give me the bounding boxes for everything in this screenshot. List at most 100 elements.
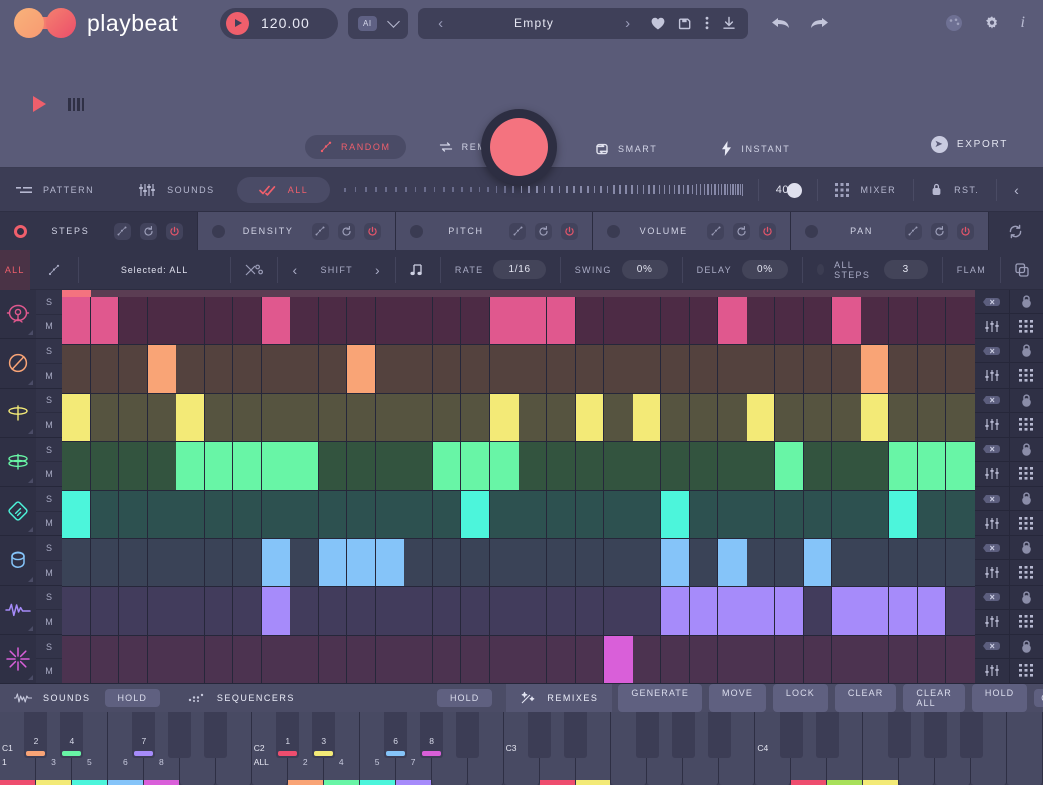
param-tab-indicator[interactable]: [14, 225, 27, 238]
density-slider[interactable]: [330, 168, 758, 211]
step-cell[interactable]: [604, 297, 633, 344]
black-key[interactable]: 4: [60, 712, 83, 758]
control-all-button[interactable]: ALL: [0, 250, 30, 290]
step-cell[interactable]: [690, 539, 719, 586]
param-tab-pan[interactable]: PAN: [791, 212, 989, 250]
all-steps-toggle[interactable]: [817, 264, 824, 275]
step-cell[interactable]: [547, 491, 576, 538]
step-cell[interactable]: [661, 394, 690, 441]
step-cell[interactable]: [205, 442, 234, 489]
bpm-display[interactable]: 120.00: [220, 8, 338, 39]
param-reset-icon[interactable]: [535, 223, 552, 240]
step-cell[interactable]: [775, 297, 804, 344]
export-button[interactable]: ➤ EXPORT: [931, 136, 1008, 153]
solo-button[interactable]: S: [36, 536, 62, 561]
mute-x-icon[interactable]: [975, 339, 1010, 363]
grid-dots-icon[interactable]: [1010, 659, 1043, 683]
step-cell[interactable]: [832, 636, 861, 683]
heart-icon[interactable]: [651, 17, 665, 30]
step-cell[interactable]: [205, 539, 234, 586]
step-cell[interactable]: [490, 394, 519, 441]
step-cell[interactable]: [861, 587, 890, 634]
redo-arrow-icon[interactable]: [808, 15, 830, 31]
step-cell[interactable]: [433, 442, 462, 489]
step-cell[interactable]: [690, 587, 719, 634]
step-cell[interactable]: [262, 539, 291, 586]
step-cell[interactable]: [290, 297, 319, 344]
step-cell[interactable]: [176, 587, 205, 634]
black-key[interactable]: [924, 712, 947, 758]
step-cell[interactable]: [404, 345, 433, 392]
step-cell[interactable]: [861, 491, 890, 538]
step-cell[interactable]: [62, 297, 91, 344]
preset-prev-icon[interactable]: ‹: [430, 15, 452, 32]
rate-control[interactable]: RATE 1/16: [441, 257, 561, 283]
faders-icon[interactable]: [975, 363, 1010, 387]
step-cell[interactable]: [376, 539, 405, 586]
step-cell[interactable]: [547, 297, 576, 344]
step-cell[interactable]: [347, 345, 376, 392]
gear-icon[interactable]: [983, 14, 1001, 32]
step-cell[interactable]: [433, 539, 462, 586]
step-cell[interactable]: [861, 297, 890, 344]
step-cell[interactable]: [376, 491, 405, 538]
step-cell[interactable]: [262, 442, 291, 489]
step-cell[interactable]: [690, 442, 719, 489]
step-cell[interactable]: [918, 539, 947, 586]
step-cell[interactable]: [519, 539, 548, 586]
remix-move-button[interactable]: MOVE: [709, 684, 766, 712]
step-cell[interactable]: [91, 587, 120, 634]
mute-button[interactable]: M: [36, 561, 62, 585]
step-cell[interactable]: [804, 394, 833, 441]
solo-button[interactable]: S: [36, 290, 62, 315]
remix-lock-button[interactable]: LOCK: [773, 684, 828, 712]
param-reset-icon[interactable]: [338, 223, 355, 240]
faders-icon[interactable]: [975, 560, 1010, 584]
black-key[interactable]: [888, 712, 911, 758]
step-cell[interactable]: [119, 345, 148, 392]
step-cell[interactable]: [519, 297, 548, 344]
black-key[interactable]: 8: [420, 712, 443, 758]
step-cell[interactable]: [148, 587, 177, 634]
step-cell[interactable]: [946, 539, 975, 586]
rate-value[interactable]: 1/16: [493, 260, 545, 279]
black-key[interactable]: 7: [132, 712, 155, 758]
step-cell[interactable]: [804, 345, 833, 392]
step-cell[interactable]: [576, 297, 605, 344]
step-cell[interactable]: [433, 587, 462, 634]
faders-icon[interactable]: [975, 462, 1010, 486]
step-cell[interactable]: [747, 491, 776, 538]
step-cell[interactable]: [604, 539, 633, 586]
step-cell[interactable]: [832, 394, 861, 441]
step-cell[interactable]: [889, 394, 918, 441]
step-cell[interactable]: [718, 297, 747, 344]
delay-control[interactable]: DELAY 0%: [683, 257, 803, 283]
black-key[interactable]: [636, 712, 659, 758]
step-cell[interactable]: [91, 491, 120, 538]
step-cell[interactable]: [547, 394, 576, 441]
track-icon-snare[interactable]: [0, 339, 36, 388]
step-cell[interactable]: [775, 539, 804, 586]
param-random-icon[interactable]: [114, 223, 131, 240]
lock-icon[interactable]: [1010, 586, 1043, 610]
step-cell[interactable]: [804, 297, 833, 344]
param-power-icon[interactable]: [759, 223, 776, 240]
step-cell[interactable]: [490, 345, 519, 392]
step-cell[interactable]: [62, 636, 91, 683]
step-cell[interactable]: [918, 297, 947, 344]
step-cell[interactable]: [576, 587, 605, 634]
step-cell[interactable]: [62, 345, 91, 392]
step-cell[interactable]: [804, 539, 833, 586]
faders-icon[interactable]: [975, 659, 1010, 683]
step-cell[interactable]: [718, 345, 747, 392]
remixes-section[interactable]: REMIXES: [506, 684, 612, 712]
step-cell[interactable]: [604, 345, 633, 392]
bpm-value[interactable]: 120.00: [261, 15, 310, 31]
step-cell[interactable]: [376, 636, 405, 683]
step-cell[interactable]: [119, 442, 148, 489]
step-cell[interactable]: [119, 297, 148, 344]
step-cell[interactable]: [404, 297, 433, 344]
step-cell[interactable]: [547, 636, 576, 683]
step-cell[interactable]: [775, 587, 804, 634]
step-cell[interactable]: [176, 636, 205, 683]
